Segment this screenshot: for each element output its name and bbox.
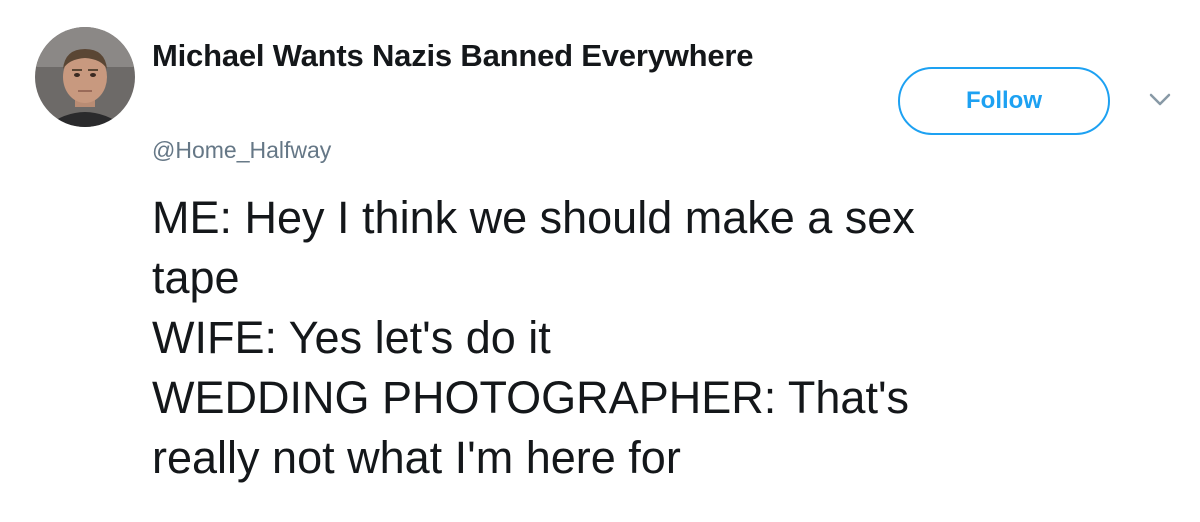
tweet-line: WIFE: Yes let's do it: [152, 312, 551, 363]
tweet-line: tape: [152, 252, 240, 303]
tweet-text: ME: Hey I think we should make a sex tap…: [152, 188, 1162, 488]
author-display-name[interactable]: Michael Wants Nazis Banned Everywhere: [152, 38, 754, 74]
author-handle[interactable]: @Home_Halfway: [152, 137, 331, 164]
chevron-down-icon[interactable]: [1148, 92, 1172, 108]
tweet-line: ME: Hey I think we should make a sex: [152, 192, 915, 243]
follow-button[interactable]: Follow: [898, 67, 1110, 135]
tweet-line: WEDDING PHOTOGRAPHER: That's: [152, 372, 910, 423]
avatar[interactable]: [35, 27, 135, 127]
tweet-line: really not what I'm here for: [152, 432, 681, 483]
avatar-photo: [35, 27, 135, 127]
